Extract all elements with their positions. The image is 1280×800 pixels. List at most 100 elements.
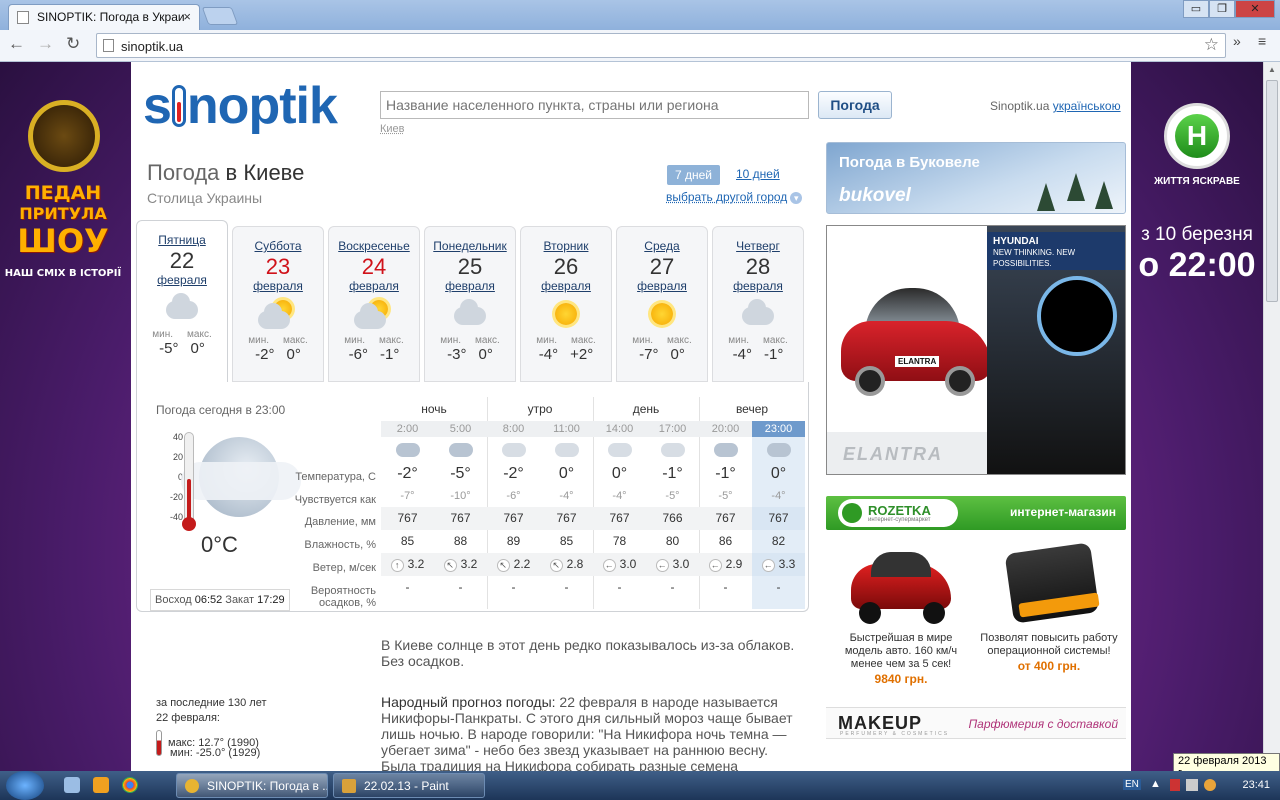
tab-10-days[interactable]: 10 дней [736,167,780,181]
browser-toolbar: ← → ↻ sinoptik.ua ☆ » ≡ [0,30,1280,62]
right-banner-ad[interactable]: Н ЖИТТЯ ЯСКРАВЕ з 10 березня о 22:00 [1133,98,1261,298]
tree-decoration [1037,183,1055,211]
hour-wind: ← 3.0 [593,553,646,576]
hour-precip: - [564,580,569,594]
close-tab-icon[interactable]: × [183,9,191,24]
day-tab[interactable]: Суббота 23 февраля мин. макс. -2° 0° [232,226,324,382]
tab-title: SINOPTIK: Погода в Украи [37,10,185,24]
period-day: день [632,402,660,416]
taskbar-chrome-item[interactable]: SINOPTIK: Погода в ... [176,773,328,798]
hour-pressure: 767 [699,507,752,530]
volume-icon[interactable] [1204,779,1216,791]
left-banner-ad[interactable]: ПЕДАН ПРИТУЛА ШОУ НАШ СМІХ В ІСТОРІЇ [4,100,122,286]
taskbar-item-label: 22.02.13 - Paint [364,779,449,793]
page-title: Погода в Киеве [147,160,304,186]
product-card[interactable]: Позволят повысить работу операционной си… [979,542,1119,673]
other-city-label: выбрать другой город [666,190,788,204]
city-search-input[interactable] [380,91,809,119]
cloudy-icon [742,299,774,325]
toy-car-image [831,542,971,626]
sinoptik-logo[interactable]: s noptik [143,76,338,136]
vertical-scrollbar[interactable]: ▲ ▼ [1263,62,1280,771]
day-number: 26 [553,254,579,279]
day-tab[interactable]: Вторник 26 февраля мин. макс. -4° +2° [520,226,612,382]
max-label: макс. [379,335,404,346]
elantra-logo: ELANTRA [827,432,987,474]
thermometer-icon [156,730,162,756]
day-name: Пятница [158,233,206,247]
hyundai-ad[interactable]: ELANTRA HYUNDAI NEW THINKING. NEW POSSIBI… [826,225,1126,475]
hour-column: 20:00 -1° -5° 767 86 ← 2.9 - [699,421,752,609]
product-price: 9840 грн. [874,672,928,686]
hour-temp: -1° [715,465,736,482]
browser-tab[interactable]: SINOPTIK: Погода в Украи × [8,4,200,30]
choose-other-city-link[interactable]: выбрать другой город ▾ [666,190,803,204]
wind-speed: 2.2 [513,557,531,571]
day-tab[interactable]: Пятница 22 февраля мин. макс. -5° 0° [136,220,228,382]
extensions-icon[interactable]: » [1233,33,1241,49]
wind-direction-icon: ↖ [549,559,563,572]
wind-speed: 3.0 [672,557,690,571]
chrome-icon[interactable] [122,777,138,793]
max-temp: 0° [190,340,205,357]
bukovel-weather-banner[interactable]: Погода в Буковеле bukovel [826,142,1126,214]
day-tab[interactable]: Среда 27 февраля мин. макс. -7° 0° [616,226,708,382]
ukrainian-link[interactable]: українською [1053,99,1121,113]
system-tray: EN ▲ 23:41 [1120,771,1280,800]
rozetka-mascot-icon [842,503,862,523]
clock[interactable]: 23:41 [1242,779,1270,791]
hour-pressure: 766 [646,507,699,530]
day-tab[interactable]: Воскресенье 24 февраля мин. макс. -6° -1° [328,226,420,382]
search-button[interactable]: Погода [818,91,892,119]
scroll-thumb[interactable] [1266,80,1278,302]
sunrise-label: Восход [155,594,192,606]
taskbar-paint-item[interactable]: 22.02.13 - Paint [333,773,485,798]
current-temperature: 0°C [201,532,238,557]
day-month: февраля [253,279,303,293]
minimize-button[interactable]: ▭ [1183,0,1209,18]
close-window-button[interactable]: ✕ [1235,0,1275,18]
product-card[interactable]: Быстрейшая в мире модель авто. 160 км/ч … [831,542,971,686]
hourly-forecast-table: Температура, С Чувствуется как Давление,… [281,397,805,609]
sun-icon [651,303,673,325]
row-label-temp: Температура, С [295,471,376,483]
wind-speed: 3.3 [778,557,796,571]
start-button[interactable] [6,771,44,800]
network-icon[interactable] [1186,779,1198,791]
day-name: Воскресенье [338,239,410,253]
day-number: 25 [457,254,483,279]
bookmark-star-icon[interactable]: ☆ [1204,35,1219,55]
rozetka-sub: интернет-супермаркет [868,517,931,523]
title-lead: Погода [147,160,220,185]
show-desktop-icon[interactable] [64,777,80,793]
maximize-button[interactable]: ❐ [1209,0,1235,18]
wrench-menu-icon[interactable]: ≡ [1258,33,1266,49]
rozetka-banner[interactable]: ROZETKA интернет-супермаркет интернет-маг… [826,496,1126,530]
forward-arrow-icon[interactable]: → [37,34,54,54]
hour-temp: -1° [662,465,683,482]
scroll-up-icon[interactable]: ▲ [1268,65,1276,74]
search-hint-link[interactable]: Киев [380,123,405,135]
media-player-icon[interactable] [93,777,109,793]
speedometer-icon [1037,276,1117,356]
reload-icon[interactable]: ↻ [66,34,80,54]
min-temp: -5° [159,340,179,357]
back-arrow-icon[interactable]: ← [8,34,25,54]
address-bar[interactable]: sinoptik.ua ☆ [96,33,1226,58]
flag-icon[interactable] [1170,779,1180,791]
tab-7-days[interactable]: 7 дней [667,165,721,185]
max-temp: 0° [670,346,685,363]
day-tab[interactable]: Четверг 28 февраля мин. макс. -4° -1° [712,226,804,382]
row-label-wind: Ветер, м/сек [312,562,376,574]
day-description: В Киеве солнце в этот день редко показыв… [381,637,795,669]
day-tab[interactable]: Понедельник 25 февраля мин. макс. -3° 0° [424,226,516,382]
page-viewport: ПЕДАН ПРИТУЛА ШОУ НАШ СМІХ В ІСТОРІЇ s no… [0,62,1280,771]
hour-feels: -5° [718,490,733,502]
new-tab-button[interactable] [201,7,239,25]
hour-precip: - [617,580,622,594]
language-indicator[interactable]: EN [1123,779,1141,790]
makeup-banner[interactable]: MAKEUP PERFUMERY & COSMETICS Парфюмерия … [826,707,1126,739]
day-name: Вторник [543,239,589,253]
tray-expand-icon[interactable]: ▲ [1150,778,1161,790]
hour-temp: -5° [450,465,471,482]
